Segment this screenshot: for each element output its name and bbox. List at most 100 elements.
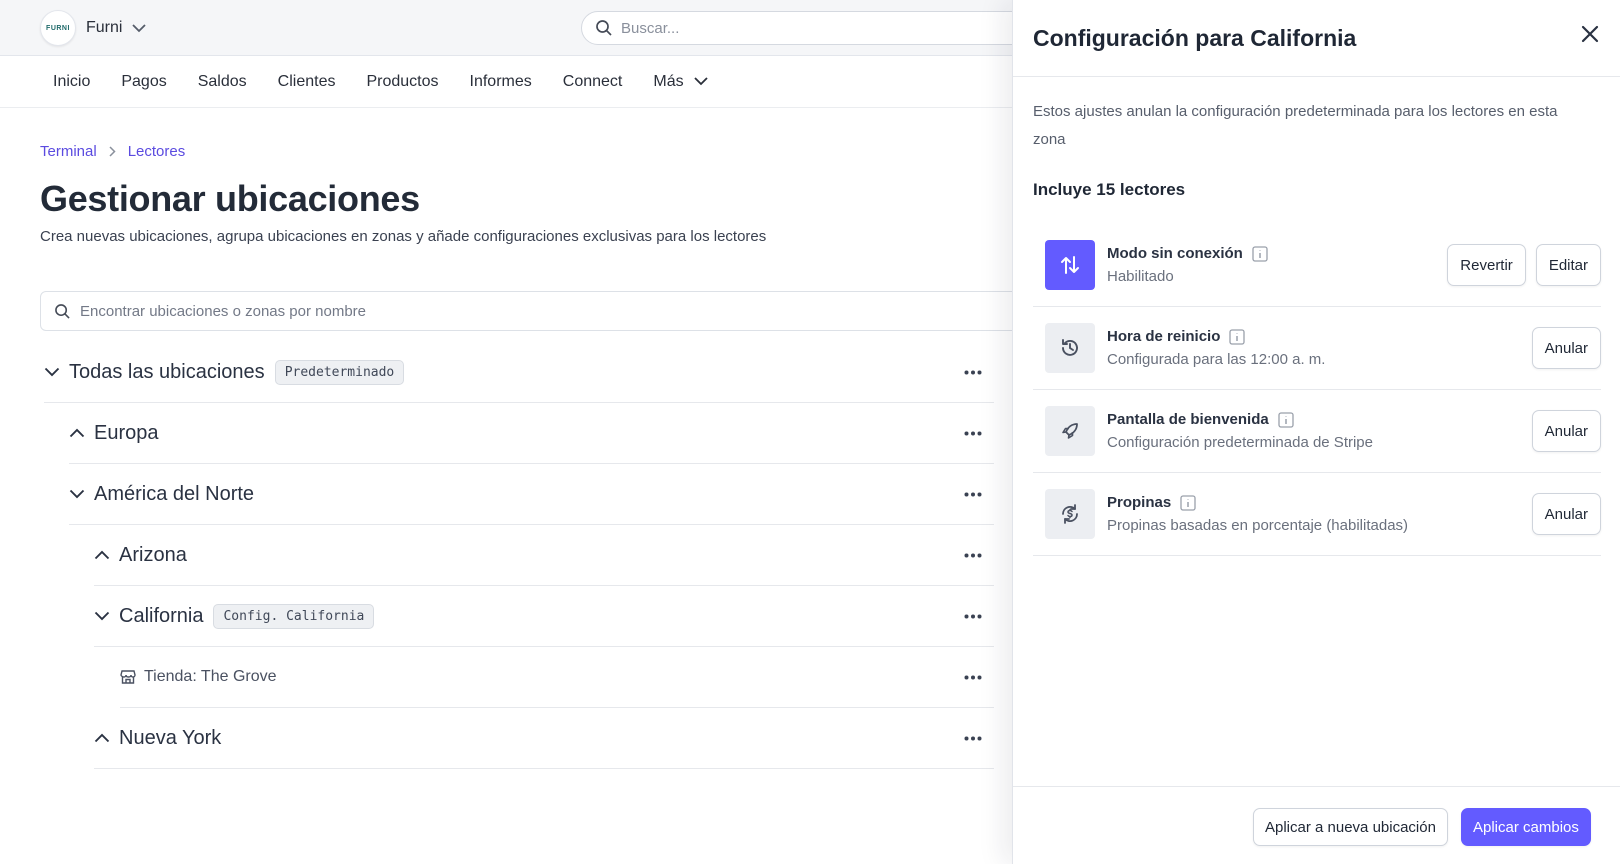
breadcrumb-lectores[interactable]: Lectores xyxy=(128,143,186,160)
more-options-icon[interactable] xyxy=(964,586,982,646)
more-options-icon[interactable] xyxy=(964,708,982,768)
setting-title-label: Modo sin conexión xyxy=(1107,245,1243,262)
search-icon xyxy=(55,303,70,319)
page-title: Gestionar ubicaciones xyxy=(40,178,420,219)
nav-item-inicio[interactable]: Inicio xyxy=(53,73,90,91)
chevron-up-icon[interactable] xyxy=(69,428,87,438)
apply-new-location-button[interactable]: Aplicar a nueva ubicación xyxy=(1253,808,1448,846)
tree-row-europa[interactable]: Europa xyxy=(69,403,994,464)
setting-text: Pantalla de bienvenida Configuración pre… xyxy=(1107,411,1373,451)
tree-label: Todas las ubicaciones xyxy=(69,360,265,383)
setting-value: Propinas basadas en porcentaje (habilita… xyxy=(1107,517,1409,534)
nav-item-informes[interactable]: Informes xyxy=(470,73,532,91)
edit-button[interactable]: Editar xyxy=(1535,244,1601,286)
tip-cycle-icon xyxy=(1045,489,1095,539)
nav-item-productos[interactable]: Productos xyxy=(366,73,438,91)
main-nav: Inicio Pagos Saldos Clientes Productos I… xyxy=(0,56,1030,108)
apply-changes-button[interactable]: Aplicar cambios xyxy=(1461,808,1591,846)
tree-label: Nueva York xyxy=(119,726,222,749)
panel-title: Configuración para California xyxy=(1033,24,1357,51)
info-icon[interactable] xyxy=(1278,411,1294,428)
history-clock-icon xyxy=(1045,323,1095,373)
main-area: FURNI Furni Buscar... Inicio Pagos Saldo… xyxy=(0,0,1061,864)
setting-value: Configuración predeterminada de Stripe xyxy=(1107,434,1373,451)
setting-title: Modo sin conexión xyxy=(1107,245,1268,262)
location-search-placeholder: Encontrar ubicaciones o zonas por nombre xyxy=(80,302,366,320)
setting-value: Configurada para las 12:00 a. m. xyxy=(1107,351,1326,368)
nav-item-connect[interactable]: Connect xyxy=(563,73,623,91)
override-button[interactable]: Anular xyxy=(1531,410,1601,452)
revert-button[interactable]: Revertir xyxy=(1447,244,1526,286)
setting-welcome-screen: Pantalla de bienvenida Configuración pre… xyxy=(1033,390,1601,473)
chevron-down-icon[interactable] xyxy=(69,489,87,499)
more-options-icon[interactable] xyxy=(964,647,982,707)
setting-title-label: Hora de reinicio xyxy=(1107,328,1221,345)
panel-header: Configuración para California xyxy=(1013,0,1620,77)
more-options-icon[interactable] xyxy=(964,525,982,585)
tree-row-california[interactable]: California Config. California xyxy=(94,586,994,647)
tree-row-america-del-norte[interactable]: América del Norte xyxy=(69,464,994,525)
chevron-down-icon xyxy=(693,77,708,86)
tree-row-nueva-york[interactable]: Nueva York xyxy=(94,708,994,769)
config-panel: Configuración para California Estos ajus… xyxy=(1012,0,1620,864)
tree-row-todas[interactable]: Todas las ubicaciones Predeterminado xyxy=(44,342,994,403)
more-options-icon[interactable] xyxy=(964,342,982,402)
search-icon xyxy=(596,20,612,36)
store-icon xyxy=(120,669,136,685)
panel-description: Estos ajustes anulan la configuración pr… xyxy=(1033,103,1558,148)
close-icon[interactable] xyxy=(1580,24,1600,44)
override-button[interactable]: Anular xyxy=(1531,327,1601,369)
info-icon[interactable] xyxy=(1229,328,1246,345)
tree-label: América del Norte xyxy=(94,482,255,505)
override-button[interactable]: Anular xyxy=(1531,493,1601,535)
more-options-icon[interactable] xyxy=(964,464,982,524)
tree-label: California xyxy=(119,604,204,627)
chevron-right-icon xyxy=(109,146,116,157)
breadcrumb: Terminal Lectores xyxy=(40,143,185,160)
setting-text: Hora de reinicio Configurada para las 12… xyxy=(1107,328,1325,368)
setting-actions: Anular xyxy=(1522,493,1601,535)
chevron-up-icon[interactable] xyxy=(94,733,112,743)
setting-actions: Anular xyxy=(1522,327,1601,369)
panel-footer: Aplicar a nueva ubicación Aplicar cambio… xyxy=(1013,786,1620,864)
setting-tips: Propinas Propinas basadas en porcentaje … xyxy=(1033,473,1601,556)
info-icon[interactable] xyxy=(1252,245,1268,262)
arrows-up-down-icon xyxy=(1045,240,1095,290)
setting-text: Propinas Propinas basadas en porcentaje … xyxy=(1107,494,1408,534)
info-icon[interactable] xyxy=(1180,494,1196,511)
brand-logo: FURNI xyxy=(40,10,76,46)
page-subtitle: Crea nuevas ubicaciones, agrupa ubicacio… xyxy=(40,228,767,245)
config-badge: Config. California xyxy=(213,603,375,629)
setting-title-label: Propinas xyxy=(1107,494,1172,511)
top-bar: FURNI Furni Buscar... xyxy=(0,0,1061,56)
setting-title: Pantalla de bienvenida xyxy=(1107,411,1373,428)
nav-item-mas[interactable]: Más xyxy=(653,72,708,91)
rocket-icon xyxy=(1045,406,1095,456)
global-search-placeholder: Buscar... xyxy=(621,19,680,37)
chevron-down-icon[interactable] xyxy=(94,611,112,621)
nav-item-mas-label: Más xyxy=(653,72,684,90)
breadcrumb-terminal[interactable]: Terminal xyxy=(40,143,97,160)
tree-label: Arizona xyxy=(119,543,187,566)
nav-item-clientes[interactable]: Clientes xyxy=(278,73,336,91)
nav-item-pagos[interactable]: Pagos xyxy=(121,73,166,91)
default-badge: Predeterminado xyxy=(274,359,405,385)
reader-count: Incluye 15 lectores xyxy=(1033,180,1186,199)
setting-title: Propinas xyxy=(1107,494,1408,511)
chevron-down-icon xyxy=(132,23,147,33)
setting-title: Hora de reinicio xyxy=(1107,328,1325,345)
more-options-icon[interactable] xyxy=(964,403,982,463)
brand-name: Furni xyxy=(86,19,123,36)
location-search-input[interactable]: Encontrar ubicaciones o zonas por nombre xyxy=(40,291,1040,331)
chevron-down-icon[interactable] xyxy=(44,367,62,377)
setting-text: Modo sin conexión Habilitado xyxy=(1107,245,1268,285)
global-search-input[interactable]: Buscar... xyxy=(581,11,1061,45)
account-switcher[interactable]: FURNI Furni xyxy=(40,10,147,46)
setting-actions: Anular xyxy=(1522,410,1601,452)
nav-item-saldos[interactable]: Saldos xyxy=(198,73,247,91)
setting-title-label: Pantalla de bienvenida xyxy=(1107,411,1269,428)
tree-row-store[interactable]: Tienda: The Grove xyxy=(120,647,994,708)
tree-row-arizona[interactable]: Arizona xyxy=(94,525,994,586)
chevron-up-icon[interactable] xyxy=(94,550,112,560)
setting-actions: Revertir Editar xyxy=(1437,244,1601,286)
